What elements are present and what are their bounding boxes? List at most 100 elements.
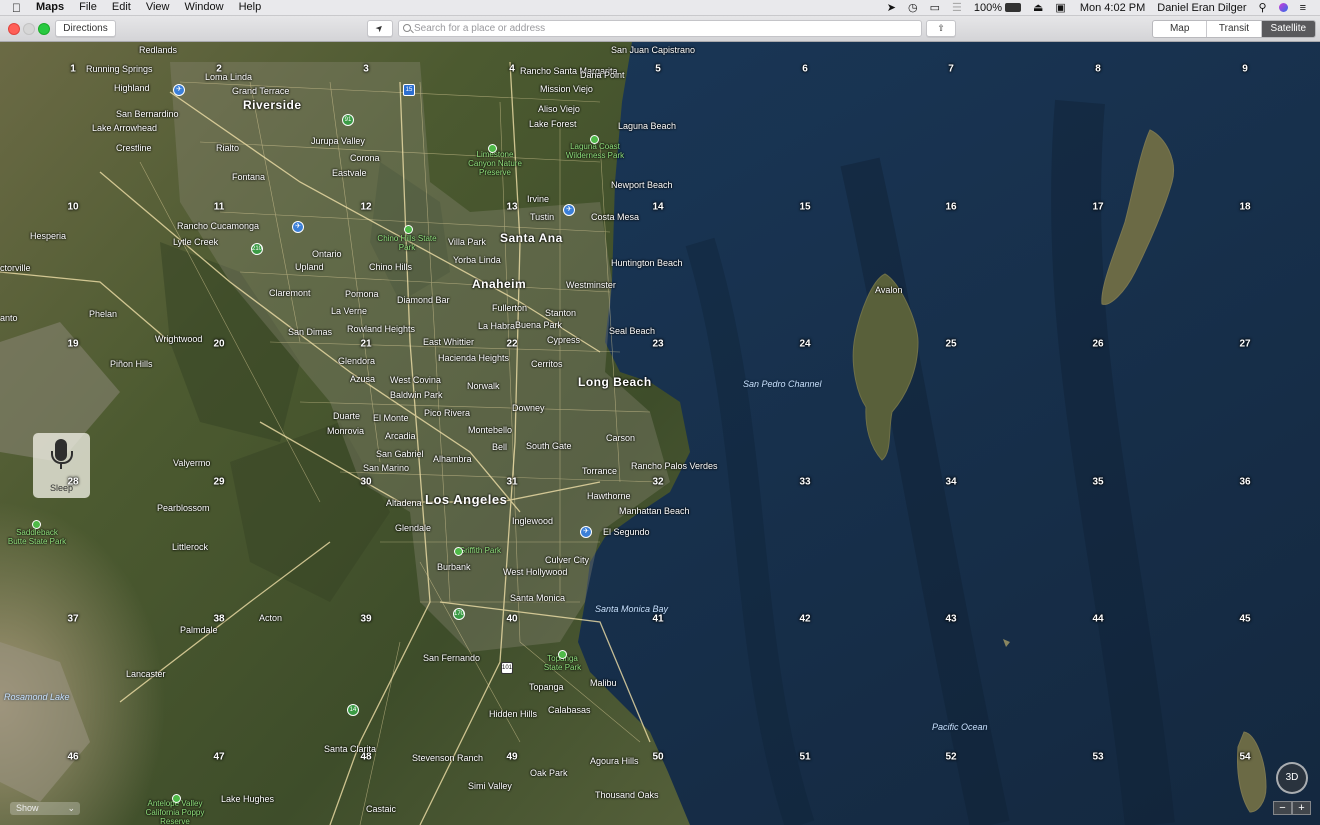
place-label[interactable]: Lake Arrowhead — [92, 123, 157, 133]
clock[interactable]: Mon 4:02 PM — [1080, 2, 1145, 14]
minimize-window-button[interactable] — [23, 23, 35, 35]
close-window-button[interactable] — [8, 23, 20, 35]
airport-icon[interactable]: ✈ — [173, 84, 185, 96]
place-label[interactable]: San Marino — [363, 463, 409, 473]
place-label[interactable]: Azusa — [350, 374, 375, 384]
place-label[interactable]: El Monte — [373, 413, 409, 423]
place-label[interactable]: Lancaster — [126, 669, 166, 679]
place-label[interactable]: Norwalk — [467, 381, 500, 391]
place-label[interactable]: Simi Valley — [468, 781, 512, 791]
place-label[interactable]: San Dimas — [288, 327, 332, 337]
search-field[interactable] — [398, 20, 922, 37]
menu-window[interactable]: Window — [184, 1, 223, 15]
tab-map[interactable]: Map — [1153, 21, 1208, 37]
place-label[interactable]: Mission Viejo — [540, 84, 593, 94]
notification-center-icon[interactable]: ≡ — [1300, 2, 1306, 14]
place-label[interactable]: Redlands — [139, 45, 177, 55]
place-label[interactable]: Agoura Hills — [590, 756, 639, 766]
place-label[interactable]: Rialto — [216, 143, 239, 153]
route-shield[interactable]: 210 — [251, 243, 263, 255]
place-label[interactable]: West Hollywood — [503, 567, 567, 577]
place-label[interactable]: Avalon — [875, 285, 902, 295]
place-label[interactable]: Pico Rivera — [424, 408, 470, 418]
place-label[interactable]: Fontana — [232, 172, 265, 182]
menu-help[interactable]: Help — [239, 1, 262, 15]
place-label[interactable]: San Fernando — [423, 653, 480, 663]
menu-app-name[interactable]: Maps — [36, 1, 64, 15]
place-label[interactable]: Duarte — [333, 411, 360, 421]
apple-menu-icon[interactable]:  — [12, 1, 21, 15]
place-label[interactable]: Hidden Hills — [489, 709, 537, 719]
zoom-in-button[interactable]: + — [1292, 801, 1311, 815]
place-label[interactable]: Phelan — [89, 309, 117, 319]
wifi-icon[interactable]: ☰ — [952, 1, 962, 14]
place-label[interactable]: Malibu — [590, 678, 617, 688]
location-services-icon[interactable]: ➤ — [887, 1, 896, 14]
interstate-shield[interactable]: 15 — [403, 84, 415, 96]
place-label[interactable]: Rancho Cucamonga — [177, 221, 259, 231]
place-label[interactable]: San Juan Capistrano — [611, 45, 695, 55]
place-label[interactable]: Tustin — [530, 212, 554, 222]
battery-icon[interactable] — [1005, 3, 1022, 12]
park-icon[interactable] — [454, 547, 463, 556]
place-label[interactable]: Diamond Bar — [397, 295, 450, 305]
place-label[interactable]: Anaheim — [472, 277, 526, 291]
park-icon[interactable] — [172, 794, 181, 803]
place-label[interactable]: Bell — [492, 442, 507, 452]
place-label[interactable]: Downey — [512, 403, 545, 413]
park-label[interactable]: Laguna Coast Wilderness Park — [565, 142, 625, 160]
airport-icon[interactable]: ✈ — [580, 526, 592, 538]
place-label[interactable]: Arcadia — [385, 431, 416, 441]
display-icon[interactable]: ▣ — [1055, 1, 1065, 14]
place-label[interactable]: Fullerton — [492, 303, 527, 313]
place-label[interactable]: Crestline — [116, 143, 152, 153]
airport-icon[interactable]: ✈ — [292, 221, 304, 233]
place-label[interactable]: Inglewood — [512, 516, 553, 526]
water-label[interactable]: Rosamond Lake — [4, 692, 70, 702]
place-label[interactable]: Palmdale — [180, 625, 218, 635]
place-label[interactable]: Santa Ana — [500, 231, 563, 245]
place-label[interactable]: Ontario — [312, 249, 342, 259]
place-label[interactable]: Cypress — [547, 335, 580, 345]
place-label[interactable]: Santa Clarita — [324, 744, 376, 754]
place-label[interactable]: La Verne — [331, 306, 367, 316]
spotlight-icon[interactable]: ⚲ — [1259, 1, 1267, 14]
route-shield[interactable]: 101 — [501, 662, 513, 674]
place-label[interactable]: Yorba Linda — [453, 255, 501, 265]
place-label[interactable]: Burbank — [437, 562, 471, 572]
place-label[interactable]: East Whittier — [423, 337, 474, 347]
park-icon[interactable] — [32, 520, 41, 529]
place-label[interactable]: Torrance — [582, 466, 617, 476]
place-label[interactable]: Jurupa Valley — [311, 136, 365, 146]
place-label[interactable]: Aliso Viejo — [538, 104, 580, 114]
place-label[interactable]: Newport Beach — [611, 180, 673, 190]
place-label[interactable]: Baldwin Park — [390, 390, 443, 400]
place-label[interactable]: San Bernardino — [116, 109, 179, 119]
satellite-map[interactable]: 1 2 3 4 5 6 7 8 9 10 11 12 13 14 15 16 1… — [0, 42, 1320, 825]
show-dropdown[interactable]: Show ⌄ — [10, 802, 80, 815]
place-label[interactable]: Wrightwood — [155, 334, 202, 344]
place-label[interactable]: Acton — [259, 613, 282, 623]
place-label[interactable]: Stanton — [545, 308, 576, 318]
place-label[interactable]: Loma Linda — [205, 72, 252, 82]
place-label[interactable]: Valyermo — [173, 458, 210, 468]
place-label[interactable]: Grand Terrace — [232, 86, 289, 96]
place-label[interactable]: La Habra — [478, 321, 515, 331]
place-label[interactable]: Glendora — [338, 356, 375, 366]
park-icon[interactable] — [404, 225, 413, 234]
place-label[interactable]: Rancho Palos Verdes — [631, 461, 718, 471]
place-label[interactable]: Lake Forest — [529, 119, 577, 129]
place-label[interactable]: Alhambra — [433, 454, 472, 464]
share-button[interactable]: ⇧ — [926, 20, 956, 37]
park-icon[interactable] — [488, 144, 497, 153]
place-label[interactable]: Chino Hills — [369, 262, 412, 272]
place-label[interactable]: Laguna Beach — [618, 121, 676, 131]
search-input[interactable] — [414, 21, 914, 36]
place-label[interactable]: Oak Park — [530, 768, 568, 778]
place-label[interactable]: anto — [0, 313, 18, 323]
park-icon[interactable] — [590, 135, 599, 144]
place-label[interactable]: Highland — [114, 83, 150, 93]
place-label[interactable]: Dana Point — [580, 70, 625, 80]
water-label[interactable]: San Pedro Channel — [743, 379, 822, 389]
fullscreen-window-button[interactable] — [38, 23, 50, 35]
